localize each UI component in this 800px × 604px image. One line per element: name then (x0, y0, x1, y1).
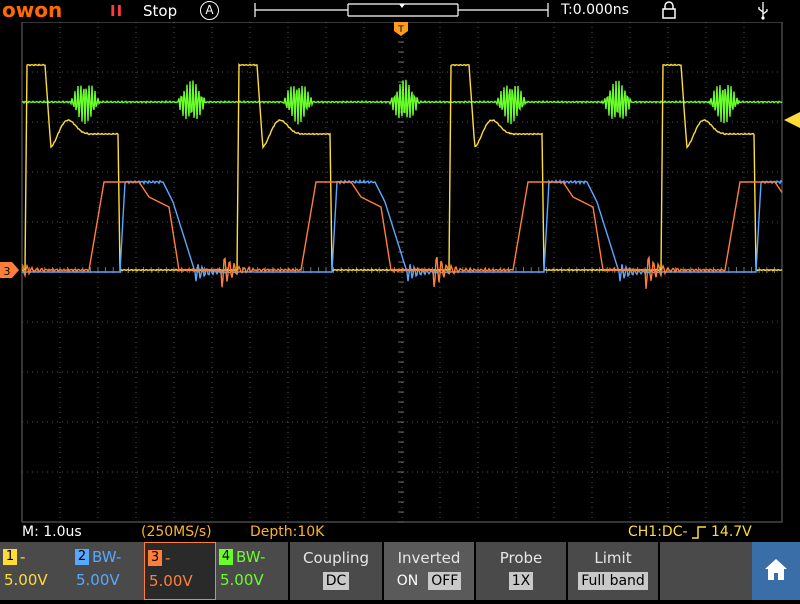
limit-label: Limit (594, 549, 632, 567)
ch1-badge: 1 (3, 549, 17, 565)
ch2-badge: 2 (75, 549, 89, 565)
status-line: M: 1.0us (250MS/s) Depth:10K CH1:DC- 14.… (0, 524, 800, 542)
acquire-mode-icon: A (200, 1, 219, 20)
ch3-offset-marker[interactable]: 3 (0, 262, 19, 278)
trigger-time: T:0.000ns (561, 2, 629, 18)
home-button[interactable] (752, 542, 800, 600)
inverted-on: ON (396, 573, 419, 589)
ch4-scale: 5.00V (220, 571, 264, 589)
ch3-badge: 3 (148, 550, 162, 566)
trigger-source[interactable]: CH1:DC- (628, 524, 688, 540)
usb-icon (758, 2, 768, 20)
coupling-value: DC (322, 572, 350, 590)
ch3-mode: - (165, 549, 171, 567)
ch1-scale: 5.00V (4, 571, 48, 589)
coupling-button[interactable]: Coupling DC (288, 542, 382, 600)
ch2-mode: BW- (92, 548, 122, 566)
home-icon (765, 559, 787, 580)
bottom-menu: 1- 5.00V 2 BW- 5.00V 3- 5.00V 4 BW- 5.00V … (0, 542, 800, 600)
pause-bars-icon: II (110, 2, 124, 20)
ch4-mode: BW- (236, 548, 266, 566)
ch1-info[interactable]: 1- 5.00V (0, 542, 72, 600)
probe-button[interactable]: Probe 1X (474, 542, 566, 600)
top-status-bar: owon II Stop A T:0.000ns (0, 0, 800, 22)
limit-button[interactable]: Limit Full band (566, 542, 658, 600)
lock-icon (662, 1, 676, 19)
run-state[interactable]: Stop (143, 2, 177, 20)
trigger-level-marker[interactable] (784, 112, 800, 128)
coupling-label: Coupling (302, 549, 370, 567)
timebase[interactable]: M: 1.0us (22, 524, 82, 540)
ch2-scale: 5.00V (76, 571, 120, 589)
sample-rate: (250MS/s) (141, 524, 212, 540)
trigger-level: 14.7V (711, 524, 752, 540)
waveform-display[interactable]: T 3 (0, 22, 800, 524)
memory-position-bar[interactable] (253, 1, 550, 19)
ch2-trace (21, 178, 783, 282)
ch4-badge: 4 (219, 549, 233, 565)
ch3-info[interactable]: 3- 5.00V (144, 542, 216, 600)
probe-value: 1X (508, 572, 534, 590)
svg-text:T: T (397, 25, 404, 35)
memory-depth: Depth:10K (250, 524, 325, 540)
rising-edge-icon (692, 526, 706, 539)
inverted-label: Inverted (397, 549, 461, 567)
inverted-off: OFF (428, 572, 462, 590)
owon-logo: owon (2, 0, 62, 20)
waveform-traces (21, 62, 783, 289)
trigger-position-marker[interactable]: T (394, 22, 408, 36)
probe-label: Probe (499, 549, 543, 567)
ch2-info[interactable]: 2 BW- 5.00V (72, 542, 144, 600)
empty-menu-slot[interactable] (658, 542, 752, 600)
svg-text:3: 3 (4, 265, 11, 278)
ch3-scale: 5.00V (149, 572, 193, 590)
svg-text:owon: owon (2, 0, 62, 20)
ch4-info[interactable]: 4 BW- 5.00V (216, 542, 288, 600)
inverted-button[interactable]: Inverted ON OFF (382, 542, 474, 600)
ch1-mode: - (20, 548, 26, 566)
limit-value: Full band (578, 572, 648, 590)
